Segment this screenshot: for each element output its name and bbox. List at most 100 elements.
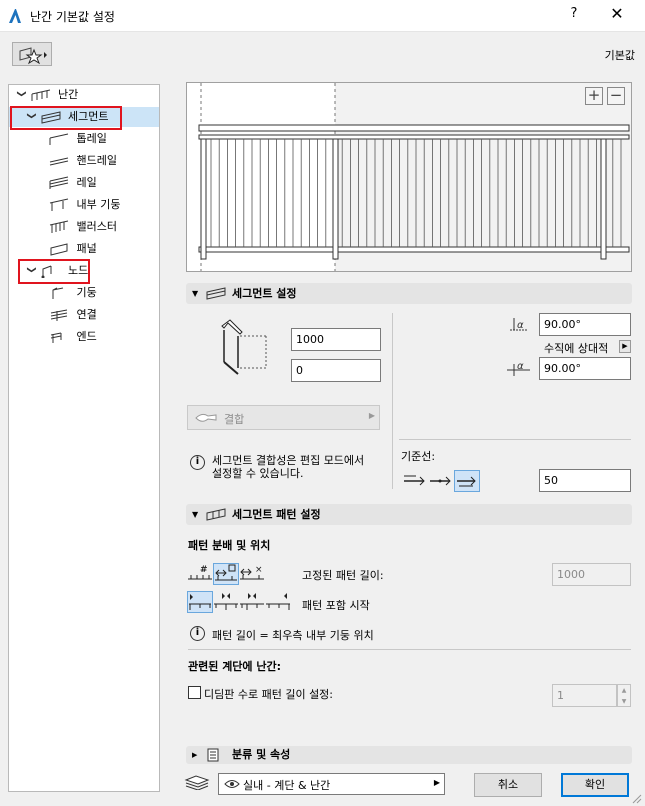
segment-offset-input[interactable]: 0 <box>291 359 381 382</box>
baseline-input[interactable]: 50 <box>539 469 631 492</box>
railing-icon <box>31 89 50 101</box>
svg-text:×: × <box>255 565 263 575</box>
pattern-start-center-button[interactable] <box>213 591 239 613</box>
tree-item-label: 패널 <box>76 242 97 255</box>
expand-triangle-icon[interactable]: ▶ <box>192 746 197 764</box>
tree-item-railing[interactable]: ❯ 난간 <box>15 85 78 105</box>
railing-preview-drawing <box>198 83 631 271</box>
tread-count-input[interactable]: 1 <box>552 684 617 707</box>
top-angle-input[interactable]: 90.00° <box>539 313 631 336</box>
join-icon <box>195 413 217 422</box>
tree-item-post[interactable]: 기둥 <box>49 283 97 303</box>
related-stair-label: 관련된 계단에 난간: <box>188 660 282 673</box>
tread-count-label: 디딤판 수로 패턴 길이 설정: <box>204 688 334 701</box>
baseline-right-button[interactable] <box>454 470 480 492</box>
default-label: 기본값 <box>604 49 635 62</box>
highlight-box-node <box>18 259 90 284</box>
railing-preview[interactable]: + − <box>186 82 632 272</box>
free-length-icon: × <box>240 565 264 580</box>
join-info-text-line2: 설정할 수 있습니다. <box>212 467 304 480</box>
segment-icon <box>206 287 226 300</box>
angle-alpha-bottom-icon: α <box>507 361 530 376</box>
tree-item-panel[interactable]: 패널 <box>49 239 97 259</box>
section-title: 세그먼트 패턴 설정 <box>232 508 321 521</box>
pattern-start-left-icon <box>189 594 211 610</box>
relative-menu-arrow-button[interactable]: ▶ <box>619 340 631 353</box>
join-label: 결합 <box>224 413 245 426</box>
collapse-triangle-icon[interactable]: ▼ <box>192 283 198 304</box>
baluster-icon <box>49 220 69 233</box>
favorites-button[interactable] <box>12 42 52 66</box>
collapse-triangle-icon[interactable]: ▼ <box>192 504 198 525</box>
tread-count-checkbox[interactable] <box>188 686 201 699</box>
baseline-label: 기준선: <box>401 450 436 463</box>
pattern-start-right-icon <box>266 593 290 610</box>
pattern-settings-header[interactable]: ▼ 세그먼트 패턴 설정 <box>186 504 632 525</box>
baseline-left-button[interactable] <box>402 470 428 492</box>
tree-item-handrail[interactable]: 핸드레일 <box>49 151 117 171</box>
layer-dropdown[interactable]: 실내 - 계단 & 난간 ▶ <box>218 773 445 795</box>
zoom-in-button[interactable]: + <box>585 87 603 105</box>
chevron-down-icon[interactable]: ❯ <box>11 90 31 102</box>
pattern-start-right-button[interactable] <box>265 591 291 613</box>
close-button[interactable]: ✕ <box>600 4 634 28</box>
settings-tree[interactable]: ❯ 난간 ❯ 세그먼트 톱레일 핸드레일 레일 내부 기둥 밸러스터 패널 ❯ … <box>8 84 160 792</box>
tree-item-label: 톱레일 <box>76 132 107 145</box>
ok-button[interactable]: 확인 <box>561 773 629 797</box>
favorites-star-icon <box>19 47 47 65</box>
segment-height-input[interactable]: 1000 <box>291 328 381 351</box>
svg-text:α: α <box>517 361 524 372</box>
tree-item-inner-post[interactable]: 내부 기둥 <box>49 195 120 215</box>
tree-item-end[interactable]: 엔드 <box>49 327 97 347</box>
pattern-length-info-text: 패턴 길이 = 최우측 내부 기둥 위치 <box>212 629 374 642</box>
distribution-free-button[interactable]: × <box>239 563 265 585</box>
handrail-icon <box>49 157 69 166</box>
classification-icon <box>207 748 219 762</box>
resize-grip-icon[interactable] <box>630 792 642 804</box>
pattern-start-left-button[interactable] <box>187 591 213 613</box>
join-dropdown[interactable]: 결합 ▶ <box>187 405 380 430</box>
bottom-angle-input[interactable]: 90.00° <box>539 357 631 380</box>
tree-item-baluster[interactable]: 밸러스터 <box>49 217 117 237</box>
distribution-fixed-length-button[interactable] <box>213 563 239 585</box>
panel-icon <box>50 243 68 256</box>
section-title: 분류 및 속성 <box>232 748 291 761</box>
svg-text:#: # <box>200 565 208 575</box>
connection-icon <box>50 309 68 321</box>
layer-stack-icon <box>184 775 210 790</box>
help-button[interactable]: ? <box>562 6 586 26</box>
fixed-pattern-length-label: 고정된 패턴 길이: <box>302 569 384 582</box>
tree-item-connection[interactable]: 연결 <box>49 305 97 325</box>
layer-value: 실내 - 계단 & 난간 <box>243 779 331 792</box>
baseline-center-icon <box>430 476 451 486</box>
tree-item-label: 난간 <box>58 88 79 101</box>
hash-count-icon: # <box>188 565 212 580</box>
fixed-length-lock-icon <box>215 564 237 581</box>
inner-post-icon <box>49 198 69 211</box>
tree-item-label: 핸드레일 <box>76 154 117 167</box>
tree-item-rail[interactable]: 레일 <box>49 173 97 193</box>
cancel-button[interactable]: 취소 <box>474 773 542 797</box>
end-icon <box>50 332 62 343</box>
relative-to-vertical-label: 수직에 상대적 <box>544 342 609 355</box>
tree-item-toprail[interactable]: 톱레일 <box>49 129 107 149</box>
segment-height-diagram-icon <box>221 319 268 375</box>
baseline-center-button[interactable] <box>428 470 454 492</box>
pattern-start-middle-icon <box>240 593 264 610</box>
pattern-icon <box>206 508 226 521</box>
tread-count-spinner[interactable]: ▲ ▼ <box>617 684 631 707</box>
info-icon: i <box>190 626 205 641</box>
section-title: 세그먼트 설정 <box>232 287 297 300</box>
zoom-out-button[interactable]: − <box>607 87 625 105</box>
dropdown-arrow-icon: ▶ <box>368 411 375 420</box>
pattern-start-middle-button[interactable] <box>239 591 265 613</box>
segment-settings-header[interactable]: ▼ 세그먼트 설정 <box>186 283 632 304</box>
baseline-left-icon <box>404 475 425 486</box>
divider <box>399 439 631 440</box>
eye-icon <box>224 780 240 788</box>
tree-item-label: 레일 <box>76 176 97 189</box>
distribution-count-button[interactable]: # <box>187 563 213 585</box>
classification-header[interactable]: ▶ 분류 및 속성 <box>186 746 632 764</box>
tree-item-label: 기둥 <box>76 286 97 299</box>
fixed-pattern-length-input[interactable]: 1000 <box>552 563 631 586</box>
